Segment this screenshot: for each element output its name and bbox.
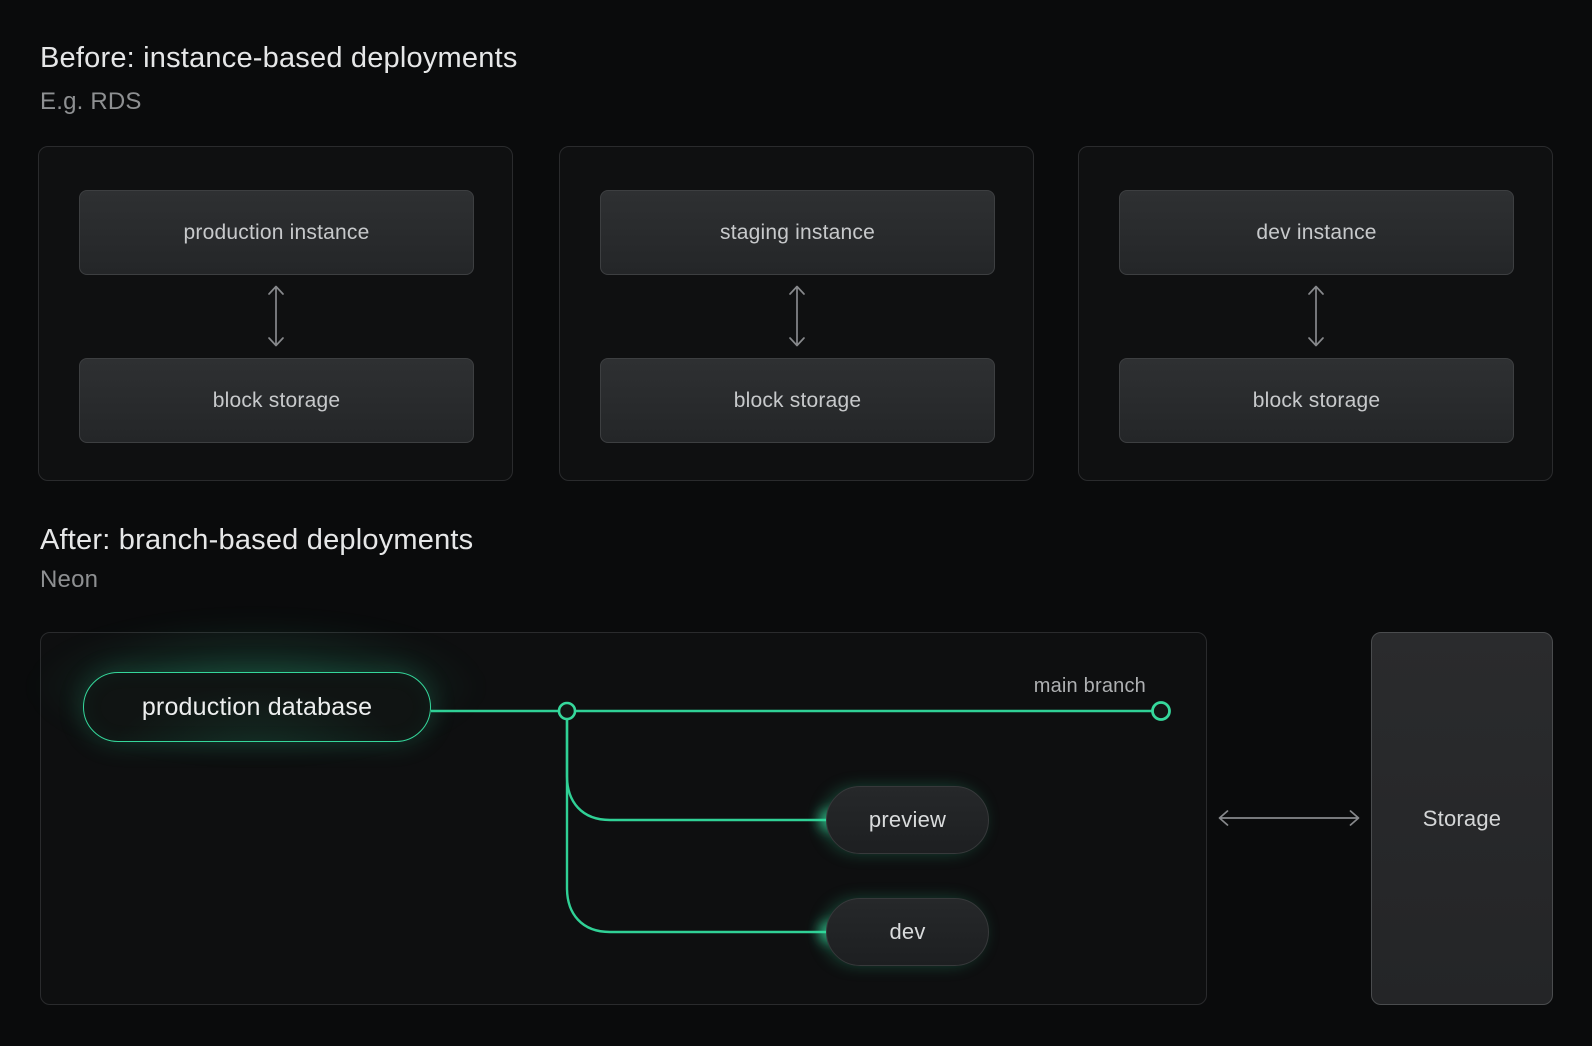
after-section-subtitle: Neon xyxy=(40,566,99,593)
branch-node-icon xyxy=(557,701,577,721)
dev-env-card: dev instance block storage xyxy=(1078,146,1553,481)
production-block-storage-box: block storage xyxy=(79,358,474,443)
updown-arrow-icon xyxy=(788,285,805,347)
dev-branch-pill: dev xyxy=(826,898,989,966)
leftright-arrow-icon xyxy=(1218,810,1360,826)
dev-block-storage-box: block storage xyxy=(1119,358,1514,443)
production-env-card: production instance block storage xyxy=(38,146,513,481)
before-section-subtitle: E.g. RDS xyxy=(40,88,142,115)
branch-tip-icon xyxy=(1151,701,1171,721)
after-section-title: After: branch-based deployments xyxy=(40,524,474,556)
dev-branch-line xyxy=(565,719,826,934)
diagram-canvas: Before: instance-based deployments E.g. … xyxy=(0,0,1592,1046)
neon-branching-card: production database main branch preview … xyxy=(31,617,1207,1005)
shared-storage-panel: Storage xyxy=(1371,632,1553,1005)
staging-env-card: staging instance block storage xyxy=(559,146,1034,481)
staging-instance-box: staging instance xyxy=(600,190,995,275)
main-branch-label: main branch xyxy=(1033,675,1146,697)
preview-branch-pill: preview xyxy=(826,786,989,854)
before-section-title: Before: instance-based deployments xyxy=(40,42,518,74)
updown-arrow-icon xyxy=(267,285,284,347)
production-instance-box: production instance xyxy=(79,190,474,275)
updown-arrow-icon xyxy=(1307,285,1324,347)
preview-branch-line xyxy=(565,719,826,822)
staging-block-storage-box: block storage xyxy=(600,358,995,443)
production-database-pill: production database xyxy=(83,672,431,742)
dev-instance-box: dev instance xyxy=(1119,190,1514,275)
